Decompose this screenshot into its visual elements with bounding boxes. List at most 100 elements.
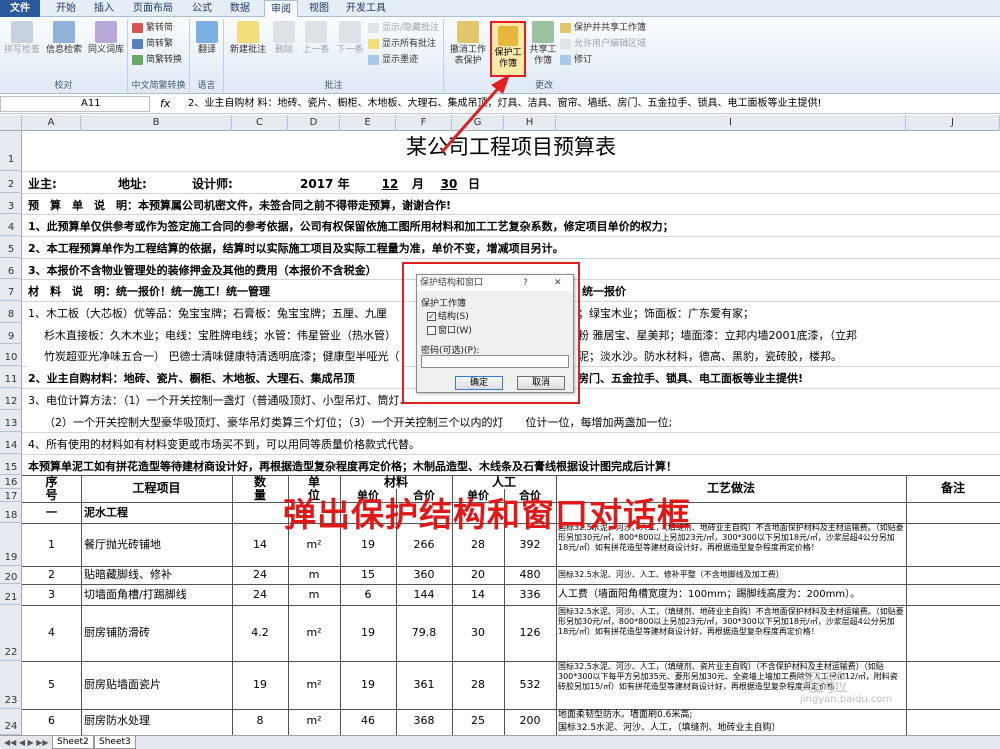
row-header[interactable]: 20	[0, 566, 22, 584]
tab-formulas[interactable]: 公式	[186, 0, 218, 17]
translate-icon	[196, 21, 218, 43]
row-header[interactable]: 14	[0, 432, 22, 454]
row-header[interactable]: 7	[0, 279, 22, 301]
item-name: 餐厅抛光砖铺地	[84, 538, 161, 551]
delete-comment-button[interactable]: 删除	[270, 21, 298, 56]
item-mat-total: 144	[413, 588, 435, 601]
row-header[interactable]: 9	[0, 323, 22, 344]
password-input[interactable]	[421, 355, 569, 368]
column-header[interactable]: D	[288, 115, 340, 131]
header-qty-2: 量	[253, 489, 266, 502]
trad-to-simp-button[interactable]: 繁转简	[132, 21, 173, 35]
row-header[interactable]: 21	[0, 584, 22, 605]
ok-button[interactable]: 确定	[455, 376, 503, 390]
item-mat-total: 368	[413, 714, 435, 727]
sheet-tab[interactable]: Sheet2	[52, 736, 94, 749]
item-name: 厨房贴墙面瓷片	[84, 678, 161, 691]
row-header[interactable]: 8	[0, 301, 22, 323]
tab-home[interactable]: 开始	[50, 0, 82, 17]
show-hide-comment-button[interactable]: 显示/隐藏批注	[368, 21, 439, 35]
previous-comment-button[interactable]: 上一条	[300, 21, 332, 56]
group-label-chinese: 中文简繁转换	[131, 81, 186, 91]
thesaurus-button[interactable]: 同义词库	[86, 21, 126, 56]
show-all-comments-button[interactable]: 显示所有批注	[368, 37, 436, 51]
row-header[interactable]: 17	[0, 489, 22, 502]
formula-input[interactable]: 2、业主自购材 料：地砖、瓷片、橱柜、木地板、大理石、集成吊顶，灯具、洁具、窗帘…	[188, 96, 998, 112]
dialog-title-bar: 保护结构和窗口 ? ✕	[417, 275, 573, 291]
column-header[interactable]: H	[504, 115, 556, 131]
row-header[interactable]: 10	[0, 344, 22, 366]
group-label-comments: 批注	[324, 81, 343, 91]
sheet-tab[interactable]: Sheet3	[94, 736, 136, 749]
column-header[interactable]: F	[396, 115, 452, 131]
allow-edit-ranges-button[interactable]: 允许用户编辑区域	[560, 37, 646, 51]
protect-workbook-button[interactable]: 保护工作簿	[490, 21, 526, 77]
translate-button[interactable]: 翻译	[192, 21, 222, 56]
track-changes-button[interactable]: 修订	[560, 53, 592, 67]
name-box[interactable]: A11	[0, 96, 150, 112]
row-header[interactable]: 6	[0, 258, 22, 279]
convert-button[interactable]: 简繁转换	[132, 53, 182, 67]
row-header[interactable]: 4	[0, 214, 22, 236]
protect-share-button[interactable]: 保护并共享工作簿	[560, 21, 646, 35]
share-workbook-button[interactable]: 共享工作簿	[528, 21, 558, 67]
window-checkbox[interactable]: 窗口(W)	[427, 323, 472, 336]
protect-share-icon	[560, 23, 571, 33]
tab-scroll-icons[interactable]: ◀◀ ◀ ▶ ▶▶	[4, 738, 49, 747]
tab-data[interactable]: 数据	[224, 0, 256, 17]
row-header[interactable]: 18	[0, 502, 22, 523]
unprotect-sheet-button[interactable]: 撤消工作表保护	[448, 21, 488, 67]
row-header[interactable]: 13	[0, 410, 22, 432]
row-header[interactable]: 2	[0, 171, 22, 193]
research-icon	[53, 21, 75, 43]
item-mat-total: 360	[413, 568, 435, 581]
item-craft: 地面柔韧型防水。墙面刷0.6米高;	[558, 710, 693, 720]
row-header[interactable]: 19	[0, 523, 22, 566]
row-header[interactable]: 1	[0, 131, 22, 171]
select-all-corner[interactable]	[0, 115, 22, 131]
thesaurus-icon	[95, 21, 117, 43]
date-day-unit: 日	[468, 177, 481, 191]
row-header[interactable]: 12	[0, 388, 22, 410]
research-button[interactable]: 信息检索	[44, 21, 84, 56]
item-craft: 人工费（墙面阳角槽宽度为：100mm；踢脚线高度为：200mm）。	[558, 589, 861, 600]
row-header[interactable]: 22	[0, 605, 22, 661]
close-icon[interactable]: ✕	[554, 275, 562, 291]
column-header[interactable]: J	[906, 115, 1000, 131]
tab-insert[interactable]: 插入	[88, 0, 120, 17]
row-header[interactable]: 15	[0, 454, 22, 475]
row-header[interactable]: 11	[0, 366, 22, 388]
column-header[interactable]: A	[22, 115, 81, 131]
new-comment-button[interactable]: 新建批注	[228, 21, 268, 56]
selected-cell-a11[interactable]: 2、业主自购材料：地砖、瓷片、橱柜、木地板、大理石、集成吊顶	[28, 366, 402, 388]
fx-icon[interactable]: fx	[160, 97, 170, 110]
row-header[interactable]: 5	[0, 236, 22, 258]
tab-page-layout[interactable]: 页面布局	[128, 0, 178, 17]
tab-view[interactable]: 视图	[304, 0, 334, 17]
spelling-icon	[11, 21, 33, 43]
column-header[interactable]: I	[556, 115, 906, 131]
row-header[interactable]: 16	[0, 475, 22, 489]
section-name: 泥水工程	[84, 506, 128, 519]
structure-checkbox[interactable]: ✓ 结构(S)	[427, 309, 469, 322]
row-header[interactable]: 23	[0, 661, 22, 709]
column-header[interactable]: G	[452, 115, 504, 131]
show-ink-button[interactable]: 显示墨迹	[368, 53, 418, 67]
tab-file[interactable]: 文件	[0, 0, 40, 17]
worksheet[interactable]: 某公司工程项目预算表 业主: 地址: 设计师: 2017 年 12 月 30 日…	[22, 131, 1000, 735]
tab-review[interactable]: 审阅	[264, 0, 298, 18]
simp-to-trad-button[interactable]: 简转繁	[132, 37, 173, 51]
item-mat-price: 46	[361, 714, 375, 727]
item-name: 切墙面角槽/打踢脚线	[84, 588, 187, 601]
column-header[interactable]: B	[81, 115, 232, 131]
spelling-button[interactable]: 拼写检查	[2, 21, 42, 56]
group-language: 翻译 语言	[190, 19, 224, 92]
row-header[interactable]: 3	[0, 193, 22, 214]
help-icon[interactable]: ?	[523, 275, 528, 291]
tab-developer[interactable]: 开发工具	[342, 0, 390, 17]
cancel-button[interactable]: 取消	[517, 376, 565, 390]
next-comment-button[interactable]: 下一条	[334, 21, 366, 56]
column-header[interactable]: E	[340, 115, 396, 131]
row-header[interactable]: 24	[0, 709, 22, 735]
column-header[interactable]: C	[232, 115, 288, 131]
